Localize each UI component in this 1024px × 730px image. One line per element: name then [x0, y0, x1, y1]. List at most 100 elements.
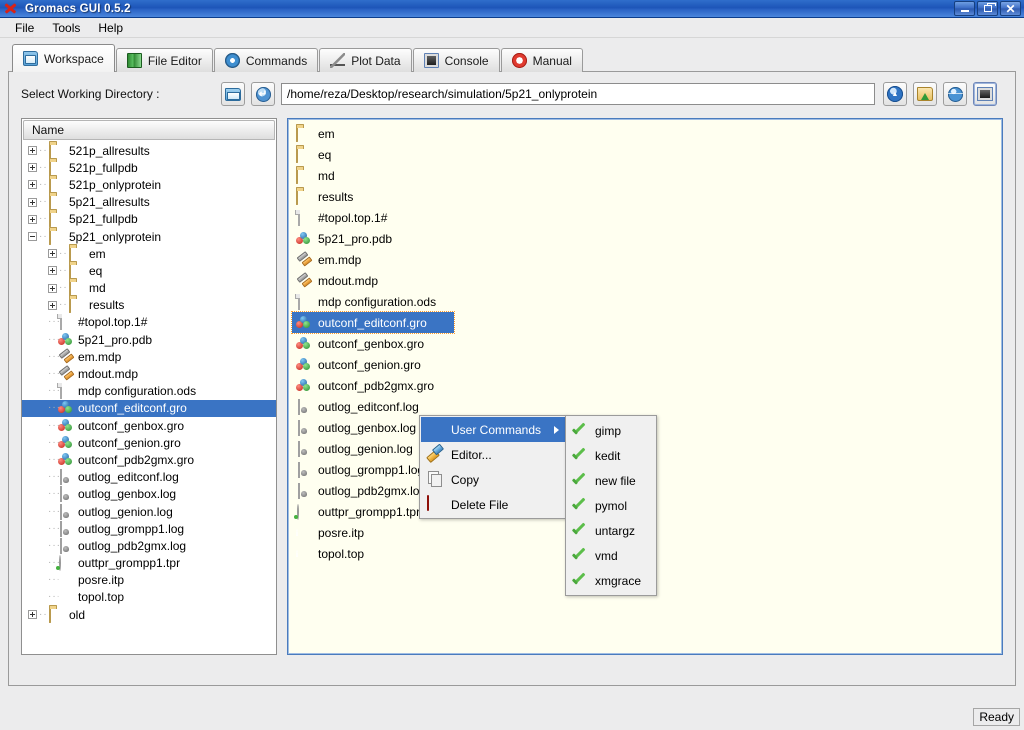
- tab-workspace[interactable]: Workspace: [12, 44, 115, 72]
- tree-item[interactable]: ··· em.mdp: [22, 348, 276, 365]
- tree-collapse-icon[interactable]: [28, 232, 37, 242]
- context-menu-item-delete-file[interactable]: Delete File: [421, 492, 565, 517]
- tree-connector: ···: [48, 539, 61, 551]
- tree-item[interactable]: ··· #topol.top.1#: [22, 314, 276, 331]
- tree-item[interactable]: ··· outlog_genion.log: [22, 503, 276, 520]
- tree-item[interactable]: ·· results: [22, 297, 276, 314]
- submenu-item-xmgrace[interactable]: xmgrace: [567, 568, 655, 593]
- file-list-item[interactable]: 5p21_pro.pdb: [292, 228, 1002, 249]
- file-list-item[interactable]: eq: [292, 144, 1002, 165]
- molecule-icon-wrap: [296, 357, 312, 372]
- title-bar: Gromacs GUI 0.5.2 ✕: [0, 0, 1024, 18]
- context-menu-item-user-commands[interactable]: User Commands: [421, 417, 565, 442]
- directory-tree[interactable]: ·· 521p_allresults ·· 521p_fullpdb ·· 521p_on…: [22, 140, 276, 654]
- tree-expand-icon[interactable]: [48, 300, 57, 310]
- file-list-item[interactable]: em: [292, 123, 1002, 144]
- tree-item[interactable]: ·· 521p_onlyprotein: [22, 176, 276, 193]
- restore-button[interactable]: [977, 1, 998, 16]
- submenu-item-new-file[interactable]: new file: [567, 468, 655, 493]
- tree-item[interactable]: ··· outtpr_grompp1.tpr: [22, 555, 276, 572]
- tree-item[interactable]: ·· 5p21_allresults: [22, 194, 276, 211]
- tree-item[interactable]: ··· outconf_genbox.gro: [22, 417, 276, 434]
- tree-item[interactable]: ··· outlog_grompp1.log: [22, 520, 276, 537]
- submenu-item-untargz[interactable]: untargz: [567, 518, 655, 543]
- context-menu-item-editor[interactable]: Editor...: [421, 442, 565, 467]
- tree-expand-icon[interactable]: [28, 610, 37, 620]
- tab-file-editor[interactable]: File Editor: [115, 48, 213, 72]
- document-icon-wrap: [296, 293, 312, 310]
- tree-item[interactable]: ·· em: [22, 245, 276, 262]
- folder-icon: [49, 194, 51, 211]
- file-list-item[interactable]: mdp configuration.ods: [292, 291, 1002, 312]
- tree-item[interactable]: ··· 5p21_pro.pdb: [22, 331, 276, 348]
- tree-expand-icon[interactable]: [48, 249, 57, 259]
- tab-console[interactable]: Console: [412, 48, 500, 72]
- tree-item[interactable]: ··· outconf_editconf.gro: [22, 399, 276, 417]
- working-directory-input[interactable]: [281, 83, 875, 105]
- open-folder-external-button[interactable]: [913, 82, 937, 106]
- tree-item[interactable]: ··· outconf_pdb2gmx.gro: [22, 451, 276, 468]
- file-list-item[interactable]: em.mdp: [292, 249, 1002, 270]
- file-list-item[interactable]: mdout.mdp: [292, 270, 1002, 291]
- tree-item[interactable]: ··· topol.top: [22, 589, 276, 606]
- submenu-item-kedit[interactable]: kedit: [567, 443, 655, 468]
- web-button[interactable]: [943, 82, 967, 106]
- tree-expand-icon[interactable]: [28, 197, 37, 207]
- tree-expand-icon[interactable]: [28, 146, 37, 156]
- tree-item[interactable]: ·· 5p21_fullpdb: [22, 211, 276, 228]
- folder-green-arrow-icon: [917, 87, 933, 101]
- tab-manual[interactable]: Manual: [500, 48, 583, 72]
- tree-item[interactable]: ·· md: [22, 280, 276, 297]
- file-list-item[interactable]: outconf_editconf.gro: [291, 311, 455, 334]
- tree-expand-icon[interactable]: [28, 163, 37, 173]
- tree-item[interactable]: ·· 521p_allresults: [22, 142, 276, 159]
- submenu-item-pymol[interactable]: pymol: [567, 493, 655, 518]
- tree-expand-icon[interactable]: [28, 180, 37, 190]
- submenu-item-vmd[interactable]: vmd: [567, 543, 655, 568]
- tree-column-header-name[interactable]: Name: [23, 120, 275, 140]
- file-list-item[interactable]: #topol.top.1#: [292, 207, 1002, 228]
- tree-item[interactable]: ·· 5p21_onlyprotein: [22, 228, 276, 245]
- close-button[interactable]: ✕: [1000, 1, 1021, 16]
- refresh-directory-button[interactable]: [251, 82, 275, 106]
- minimize-button[interactable]: [954, 1, 975, 16]
- file-list-item-label: #topol.top.1#: [318, 210, 388, 225]
- tree-item[interactable]: ··· mdout.mdp: [22, 365, 276, 382]
- submenu-item-gimp[interactable]: gimp: [567, 418, 655, 443]
- tree-expand-icon[interactable]: [28, 214, 37, 224]
- file-list-item[interactable]: outconf_pdb2gmx.gro: [292, 375, 1002, 396]
- browse-folder-button[interactable]: [221, 82, 245, 106]
- terminal-button[interactable]: [973, 82, 997, 106]
- file-list-item[interactable]: outconf_genion.gro: [292, 354, 1002, 375]
- user-commands-submenu[interactable]: gimp kedit new file pymol untargz vmd xmgrace: [565, 415, 657, 596]
- menu-tools[interactable]: Tools: [43, 19, 89, 37]
- tree-item[interactable]: ··· posre.itp: [22, 572, 276, 589]
- tree-item[interactable]: ·· old: [22, 606, 276, 623]
- tree-connector: ··: [39, 608, 48, 620]
- tree-item[interactable]: ··· outlog_pdb2gmx.log: [22, 537, 276, 554]
- submenu-item-label: untargz: [595, 523, 636, 538]
- terminal-icon: [977, 87, 993, 101]
- file-list-item[interactable]: outconf_genbox.gro: [292, 333, 1002, 354]
- context-menu-item-copy[interactable]: Copy: [421, 467, 565, 492]
- tab-plot-data[interactable]: Plot Data: [319, 48, 412, 72]
- tree-item[interactable]: ·· eq: [22, 262, 276, 279]
- tab-commands[interactable]: Commands: [213, 48, 319, 72]
- tree-item[interactable]: ··· mdp configuration.ods: [22, 383, 276, 400]
- tree-item-label: topol.top: [78, 590, 125, 605]
- tree-item[interactable]: ··· outlog_genbox.log: [22, 486, 276, 503]
- tree-expand-icon[interactable]: [48, 266, 57, 276]
- tree-item[interactable]: ·· 521p_fullpdb: [22, 159, 276, 176]
- tree-item[interactable]: ··· outconf_genion.gro: [22, 434, 276, 451]
- folder-icon-wrap: [296, 188, 312, 205]
- menu-file[interactable]: File: [6, 19, 43, 37]
- tree-expand-icon[interactable]: [48, 283, 57, 293]
- file-context-menu[interactable]: User Commands Editor... Copy Delete File: [419, 415, 567, 519]
- file-list-item[interactable]: outlog_editconf.log: [292, 396, 1002, 417]
- upload-button[interactable]: [883, 82, 907, 106]
- tree-item[interactable]: ··· outlog_editconf.log: [22, 469, 276, 486]
- file-list-item[interactable]: md: [292, 165, 1002, 186]
- file-list-item-label: outlog_pdb2gmx.log: [318, 483, 427, 498]
- file-list-item[interactable]: results: [292, 186, 1002, 207]
- menu-help[interactable]: Help: [89, 19, 132, 37]
